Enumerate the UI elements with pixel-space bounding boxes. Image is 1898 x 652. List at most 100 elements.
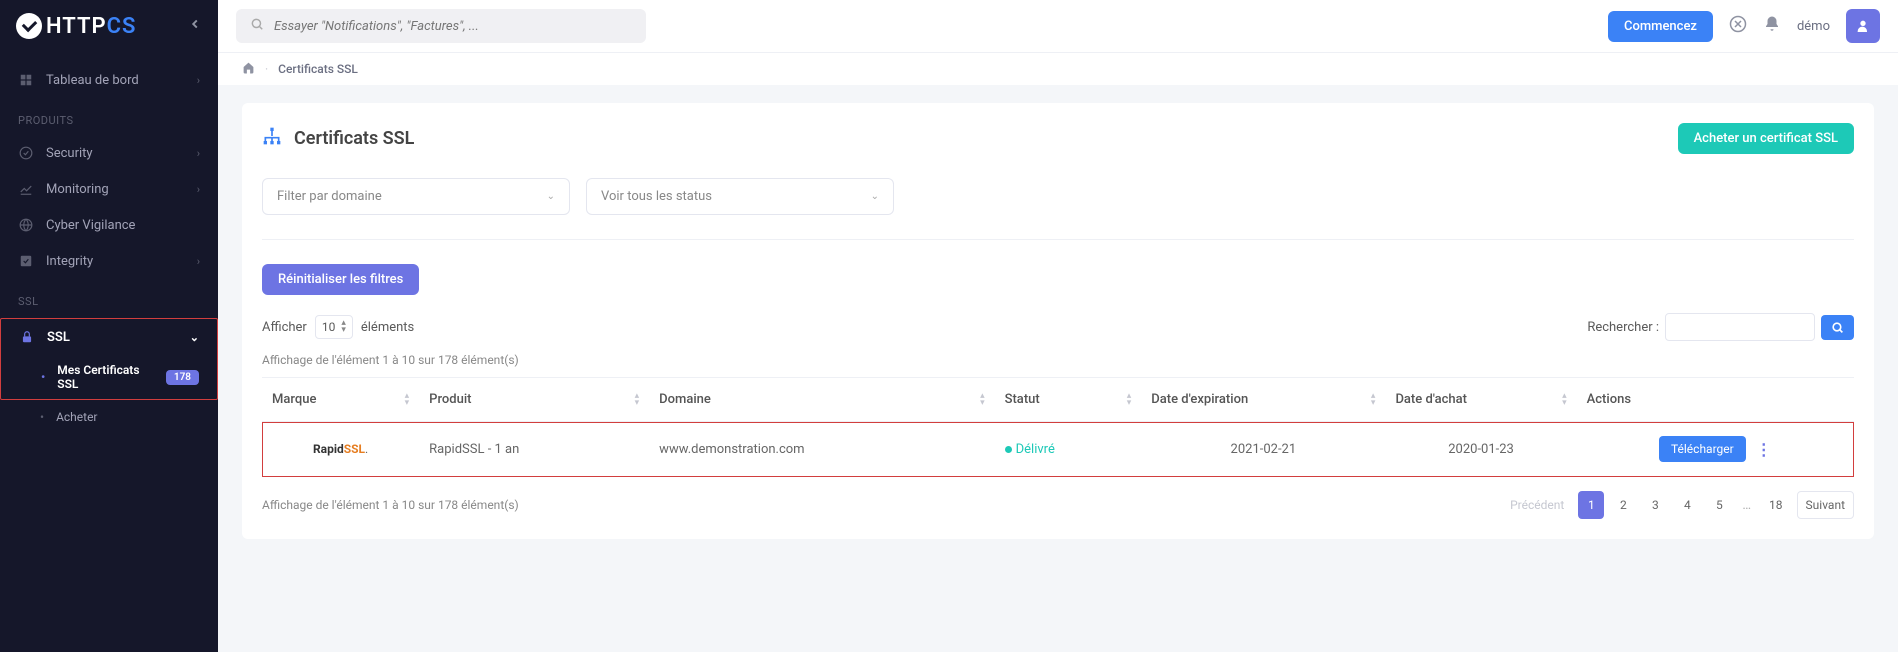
dashboard-icon — [18, 72, 34, 88]
breadcrumb-current: Certificats SSL — [278, 62, 358, 76]
col-actions: Actions — [1577, 378, 1854, 422]
table-search-label: Rechercher : — [1587, 320, 1659, 335]
globe-icon — [18, 217, 34, 233]
sidebar-item-cyber-vigilance[interactable]: Cyber Vigilance — [0, 207, 218, 243]
checkbox-icon — [18, 253, 34, 269]
page-next[interactable]: Suivant — [1797, 491, 1854, 519]
col-brand[interactable]: Marque▴▾ — [262, 378, 419, 422]
topbar: Commencez démo — [218, 0, 1898, 52]
sidebar-section-ssl: SSL — [0, 279, 218, 316]
table-info-top: Affichage de l'élément 1 à 10 sur 178 él… — [262, 353, 1854, 367]
sitemap-icon — [262, 126, 282, 151]
page-3[interactable]: 3 — [1642, 491, 1668, 519]
sidebar-sub-label: Mes Certificats SSL — [57, 363, 158, 391]
sidebar: HTTPCS Tableau de bord › PRODUITS Securi… — [0, 0, 218, 652]
page-2[interactable]: 2 — [1610, 491, 1636, 519]
col-domain[interactable]: Domaine▴▾ — [649, 378, 994, 422]
chevron-down-icon: ⌄ — [190, 331, 199, 344]
buy-certificate-button[interactable]: Acheter un certificat SSL — [1678, 123, 1854, 154]
status-text: Délivré — [1016, 442, 1055, 457]
cell-product: RapidSSL - 1 an — [419, 422, 649, 477]
sidebar-sub-my-certificates[interactable]: Mes Certificats SSL 178 — [1, 355, 217, 399]
length-suffix: éléments — [361, 320, 414, 335]
cell-purchase: 2020-01-23 — [1385, 422, 1576, 477]
chevron-right-icon: › — [197, 255, 200, 268]
download-button[interactable]: Télécharger — [1659, 436, 1746, 462]
main-panel: Certificats SSL Acheter un certificat SS… — [242, 103, 1874, 539]
sidebar-item-security[interactable]: Security › — [0, 135, 218, 171]
page-4[interactable]: 4 — [1674, 491, 1700, 519]
more-actions-icon[interactable]: ⋮ — [1756, 440, 1772, 459]
sidebar-item-label: Tableau de bord — [46, 73, 139, 88]
sidebar-item-label: Security — [46, 146, 93, 161]
col-status[interactable]: Statut▴▾ — [995, 378, 1142, 422]
sidebar-item-label: Integrity — [46, 254, 93, 269]
user-name: démo — [1797, 19, 1830, 34]
sidebar-sub-buy[interactable]: Acheter — [0, 402, 218, 432]
chevron-right-icon: › — [197, 183, 200, 196]
search-icon — [250, 17, 264, 35]
table-search-input[interactable] — [1665, 313, 1815, 341]
panel-title: Certificats SSL — [262, 126, 414, 151]
collapse-sidebar-button[interactable] — [188, 17, 202, 35]
user-avatar[interactable] — [1846, 9, 1880, 43]
sidebar-item-integrity[interactable]: Integrity › — [0, 243, 218, 279]
shield-check-icon — [18, 145, 34, 161]
table-row: RapidSSL. RapidSSL - 1 an www.demonstrat… — [262, 422, 1854, 477]
page-prev[interactable]: Précédent — [1502, 491, 1572, 519]
logo-check-icon — [16, 13, 42, 39]
chart-icon — [18, 181, 34, 197]
sort-icon: ▴▾ — [405, 393, 410, 407]
certificates-count-badge: 178 — [166, 370, 199, 385]
lock-icon — [19, 329, 35, 345]
page-length-select[interactable]: 10 ▴▾ — [315, 315, 353, 339]
page-1[interactable]: 1 — [1578, 491, 1604, 519]
sort-icon: ▴▾ — [1371, 393, 1376, 407]
cell-actions: Télécharger ⋮ — [1577, 422, 1854, 477]
chevron-right-icon: › — [197, 74, 200, 87]
notifications-icon[interactable] — [1763, 15, 1781, 37]
sidebar-sub-label: Acheter — [56, 410, 97, 424]
sidebar-item-monitoring[interactable]: Monitoring › — [0, 171, 218, 207]
table-info-bottom: Affichage de l'élément 1 à 10 sur 178 él… — [262, 498, 519, 512]
updown-icon: ▴▾ — [341, 320, 346, 334]
sort-icon: ▴▾ — [635, 393, 640, 407]
help-icon[interactable] — [1729, 15, 1747, 37]
table-search-button[interactable] — [1821, 315, 1854, 340]
pagination: Précédent 1 2 3 4 5 … 18 Suivant — [1502, 491, 1854, 519]
sort-icon: ▴▾ — [1562, 393, 1567, 407]
page-5[interactable]: 5 — [1706, 491, 1732, 519]
sidebar-item-label: SSL — [47, 330, 70, 345]
filter-domain-select[interactable]: Filter par domaine ⌄ — [262, 178, 570, 215]
sort-icon: ▴▾ — [1127, 393, 1132, 407]
col-purchase[interactable]: Date d'achat▴▾ — [1385, 378, 1576, 422]
sidebar-item-dashboard[interactable]: Tableau de bord › — [0, 62, 218, 98]
col-product[interactable]: Produit▴▾ — [419, 378, 649, 422]
logo[interactable]: HTTPCS — [16, 13, 136, 39]
col-expiration[interactable]: Date d'expiration▴▾ — [1141, 378, 1385, 422]
breadcrumb-separator: · — [265, 62, 268, 76]
sort-icon: ▴▾ — [980, 393, 985, 407]
search-input[interactable] — [274, 19, 632, 34]
cell-brand: RapidSSL. — [262, 422, 419, 477]
sidebar-item-label: Monitoring — [46, 182, 109, 197]
start-button[interactable]: Commencez — [1608, 11, 1713, 42]
length-prefix: Afficher — [262, 320, 307, 335]
reset-filters-button[interactable]: Réinitialiser les filtres — [262, 264, 419, 295]
page-ellipsis: … — [1738, 498, 1755, 513]
cell-expiration: 2021-02-21 — [1141, 422, 1385, 477]
filter-status-select[interactable]: Voir tous les status ⌄ — [586, 178, 894, 215]
rapidssl-logo: RapidSSL. — [313, 442, 368, 456]
chevron-down-icon: ⌄ — [547, 191, 555, 202]
page-last[interactable]: 18 — [1761, 491, 1791, 519]
cell-domain: www.demonstration.com — [649, 422, 994, 477]
home-icon[interactable] — [242, 61, 255, 77]
global-search[interactable] — [236, 9, 646, 43]
sidebar-highlight: SSL ⌄ Mes Certificats SSL 178 — [0, 318, 218, 400]
filter-domain-label: Filter par domaine — [277, 189, 382, 204]
sidebar-item-ssl[interactable]: SSL ⌄ — [1, 319, 217, 355]
filter-status-label: Voir tous les status — [601, 189, 712, 204]
sidebar-section-products: PRODUITS — [0, 98, 218, 135]
chevron-down-icon: ⌄ — [871, 191, 879, 202]
breadcrumb: · Certificats SSL — [218, 52, 1898, 85]
